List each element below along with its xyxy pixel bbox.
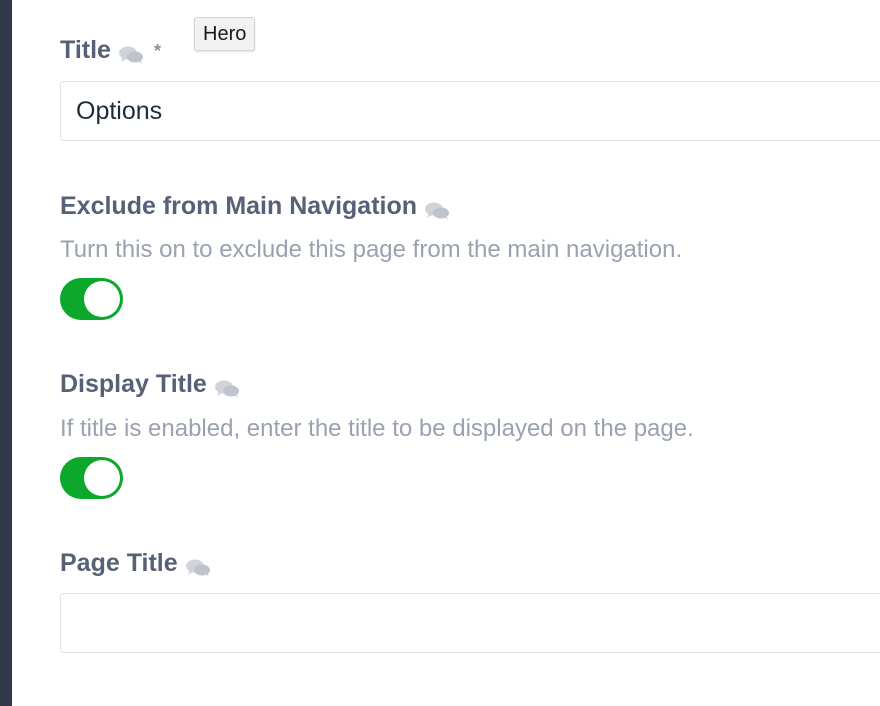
chat-bubbles-icon[interactable] xyxy=(214,377,240,398)
sidebar-edge xyxy=(0,0,12,706)
display-title-label-text: Display Title xyxy=(60,370,207,398)
page-title-field-label: Page Title xyxy=(60,549,211,578)
display-title-instructions: If title is enabled, enter the title to … xyxy=(60,415,694,442)
display-title-field-label: Display Title xyxy=(60,370,240,399)
tooltip: Hero xyxy=(194,17,256,51)
toggle-knob xyxy=(84,460,120,496)
exclude-nav-toggle[interactable] xyxy=(60,278,123,320)
exclude-nav-field-label: Exclude from Main Navigation xyxy=(60,192,450,221)
tooltip-text: Hero xyxy=(203,22,247,45)
chat-bubbles-icon[interactable] xyxy=(118,43,144,64)
title-input-value: Options xyxy=(76,96,163,125)
title-field-label: Title * xyxy=(60,36,161,65)
exclude-nav-instructions: Turn this on to exclude this page from t… xyxy=(60,236,683,263)
display-title-toggle[interactable] xyxy=(60,457,123,499)
title-input[interactable]: Options xyxy=(60,81,880,141)
chat-bubbles-icon[interactable] xyxy=(185,556,211,577)
title-label-text: Title xyxy=(60,36,111,64)
required-asterisk: * xyxy=(153,41,161,61)
exclude-nav-label-text: Exclude from Main Navigation xyxy=(60,192,418,220)
toggle-knob xyxy=(84,281,120,317)
page-title-input[interactable] xyxy=(60,593,880,653)
page-title-label-text: Page Title xyxy=(60,549,178,577)
chat-bubbles-icon[interactable] xyxy=(424,199,450,220)
